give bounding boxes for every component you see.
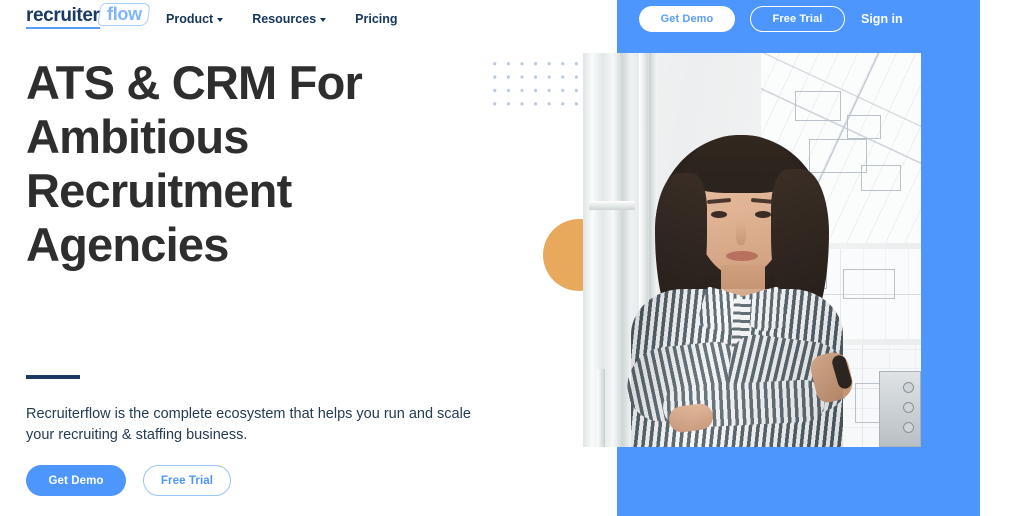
blueprint-shape — [847, 115, 881, 139]
main-navigation: Product Resources Pricing — [166, 12, 427, 26]
equipment-dial — [903, 382, 914, 393]
photo-lighting-overlay — [631, 289, 843, 447]
site-header: recruiter flow Product Resources Pricing… — [0, 0, 1024, 40]
brand-logo-accent: flow — [106, 4, 142, 24]
header-actions: Get Demo Free Trial Sign in — [639, 6, 903, 32]
nav-item-label: Pricing — [355, 12, 398, 26]
blueprint-shape — [809, 139, 867, 173]
header-free-trial-button[interactable]: Free Trial — [750, 6, 845, 32]
photo-person-nose — [736, 221, 746, 245]
hero-cta-group: Get Demo Free Trial — [26, 465, 231, 496]
hero-photo — [583, 53, 921, 447]
equipment-dial — [903, 422, 914, 433]
header-sign-in-link[interactable]: Sign in — [861, 12, 903, 26]
nav-item-pricing[interactable]: Pricing — [355, 12, 397, 26]
brand-logo-accent-box: flow — [96, 3, 151, 26]
dot-grid-decoration — [487, 56, 587, 112]
hero-heading: ATS & CRM For Ambitious Recruitment Agen… — [26, 56, 363, 271]
hero-free-trial-button[interactable]: Free Trial — [143, 465, 231, 496]
equipment-dial — [903, 402, 914, 413]
photo-person-mouth — [726, 251, 758, 261]
blueprint-shape — [795, 91, 841, 121]
blueprint-shape — [843, 269, 895, 299]
brand-logo-word: recruiter — [26, 6, 100, 29]
blueprint-shape — [861, 165, 901, 191]
chevron-down-icon — [320, 18, 327, 22]
nav-item-label: Resources — [252, 12, 317, 26]
photo-window-bar — [589, 201, 635, 210]
photo-equipment — [879, 371, 921, 447]
brand-logo[interactable]: recruiter flow — [26, 3, 151, 32]
header-get-demo-button[interactable]: Get Demo — [639, 6, 735, 32]
photo-person-eye — [755, 211, 771, 218]
hero-content: ATS & CRM For Ambitious Recruitment Agen… — [26, 56, 496, 496]
hero-subheading: Recruiterflow is the complete ecosystem … — [26, 406, 471, 443]
chevron-down-icon — [217, 18, 224, 22]
nav-item-product[interactable]: Product — [166, 12, 224, 26]
photo-window-bar — [597, 369, 605, 447]
hero-get-demo-button[interactable]: Get Demo — [26, 465, 126, 496]
hero-divider — [26, 375, 80, 379]
photo-person-eye — [711, 211, 727, 218]
nav-item-resources[interactable]: Resources — [252, 12, 327, 26]
nav-item-label: Product — [166, 12, 214, 26]
